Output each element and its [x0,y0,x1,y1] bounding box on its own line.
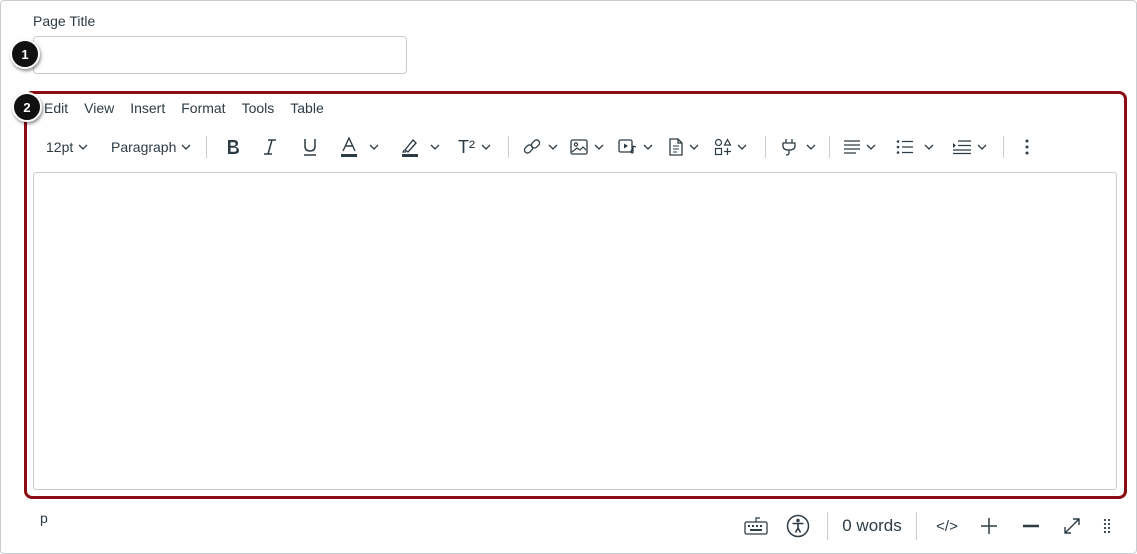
expand-icon [1064,518,1080,534]
bullet-list-icon [896,140,913,154]
toolbar-separator [508,136,509,158]
image-button[interactable] [570,132,604,162]
editor-menubar: Edit View Insert Format Tools Table [44,100,340,118]
chevron-down-icon [369,144,379,150]
media-icon [618,139,637,154]
align-icon [844,140,860,154]
toolbar-separator [1003,136,1004,158]
italic-icon [264,139,276,155]
menu-edit[interactable]: Edit [44,100,68,118]
minus-icon [1023,524,1039,528]
page-title-label: Page Title [33,13,96,29]
chevron-down-icon [737,144,747,150]
editor-status-bar: 0 words </> [0,508,1137,544]
link-button[interactable] [522,132,558,162]
indent-icon [953,140,971,155]
text-color-icon [341,136,357,157]
keyboard-icon [744,517,768,535]
decrease-size-button[interactable] [1018,508,1044,544]
highlight-icon [402,138,418,157]
chevron-down-icon [594,144,604,150]
toolbar-separator [206,136,207,158]
chevron-down-icon [977,144,987,150]
chevron-down-icon [689,144,699,150]
highlight-color-button[interactable] [400,132,440,162]
apps-button[interactable] [714,132,747,162]
block-format-value: Paragraph [111,139,177,155]
accessibility-icon [786,514,810,538]
bold-icon [228,140,239,154]
code-icon: </> [936,517,958,535]
link-icon [523,139,541,154]
chevron-down-icon [806,144,816,150]
plugin-icon [782,139,796,156]
align-button[interactable] [843,132,876,162]
plugin-button[interactable] [780,132,816,162]
editor-toolbar: 12pt Paragraph T² [38,132,1048,162]
chevron-down-icon [548,144,558,150]
image-icon [570,139,588,155]
rich-text-editor-area[interactable] [33,172,1117,490]
underline-button[interactable] [301,132,319,162]
apps-icon [714,138,732,156]
callout-marker-1: 1 [10,39,40,69]
chevron-down-icon [866,144,876,150]
text-color-button[interactable] [339,132,379,162]
drag-handle-icon [1103,518,1111,534]
fullscreen-button[interactable] [1059,508,1085,544]
underline-icon [304,139,316,156]
chevron-down-icon [643,144,653,150]
italic-button[interactable] [262,132,278,162]
document-button[interactable] [668,132,699,162]
accessibility-checker-button[interactable] [782,508,814,544]
superscript-button[interactable]: T² [458,132,491,162]
block-format-select[interactable]: Paragraph [111,132,191,162]
indent-button[interactable] [952,132,987,162]
menu-insert[interactable]: Insert [130,100,165,118]
html-editor-toggle[interactable]: </> [930,508,964,544]
chevron-down-icon [481,144,491,150]
media-button[interactable] [618,132,653,162]
resize-handle[interactable] [1098,508,1116,544]
page-title-input[interactable] [33,36,407,74]
toolbar-separator [765,136,766,158]
chevron-down-icon [430,144,440,150]
bold-button[interactable] [224,132,242,162]
more-icon [1025,139,1029,155]
chevron-down-icon [181,144,191,150]
font-size-value: 12pt [46,139,74,155]
more-options-button[interactable] [1024,132,1030,162]
status-separator [827,512,828,540]
increase-size-button[interactable] [976,508,1002,544]
menu-format[interactable]: Format [181,100,225,118]
font-size-select[interactable]: 12pt [46,132,88,162]
bullet-list-button[interactable] [896,132,934,162]
document-icon [669,138,683,156]
word-count-label: 0 words [842,516,902,535]
keyboard-shortcuts-button[interactable] [740,508,772,544]
superscript-icon: T² [458,136,475,157]
chevron-down-icon [924,144,934,150]
menu-table[interactable]: Table [290,100,323,118]
status-separator [916,512,917,540]
menu-tools[interactable]: Tools [242,100,275,118]
word-count[interactable]: 0 words [836,508,908,544]
plus-icon [981,518,997,534]
toolbar-separator [829,136,830,158]
chevron-down-icon [78,144,88,150]
callout-marker-2: 2 [12,92,42,122]
menu-view[interactable]: View [84,100,114,118]
